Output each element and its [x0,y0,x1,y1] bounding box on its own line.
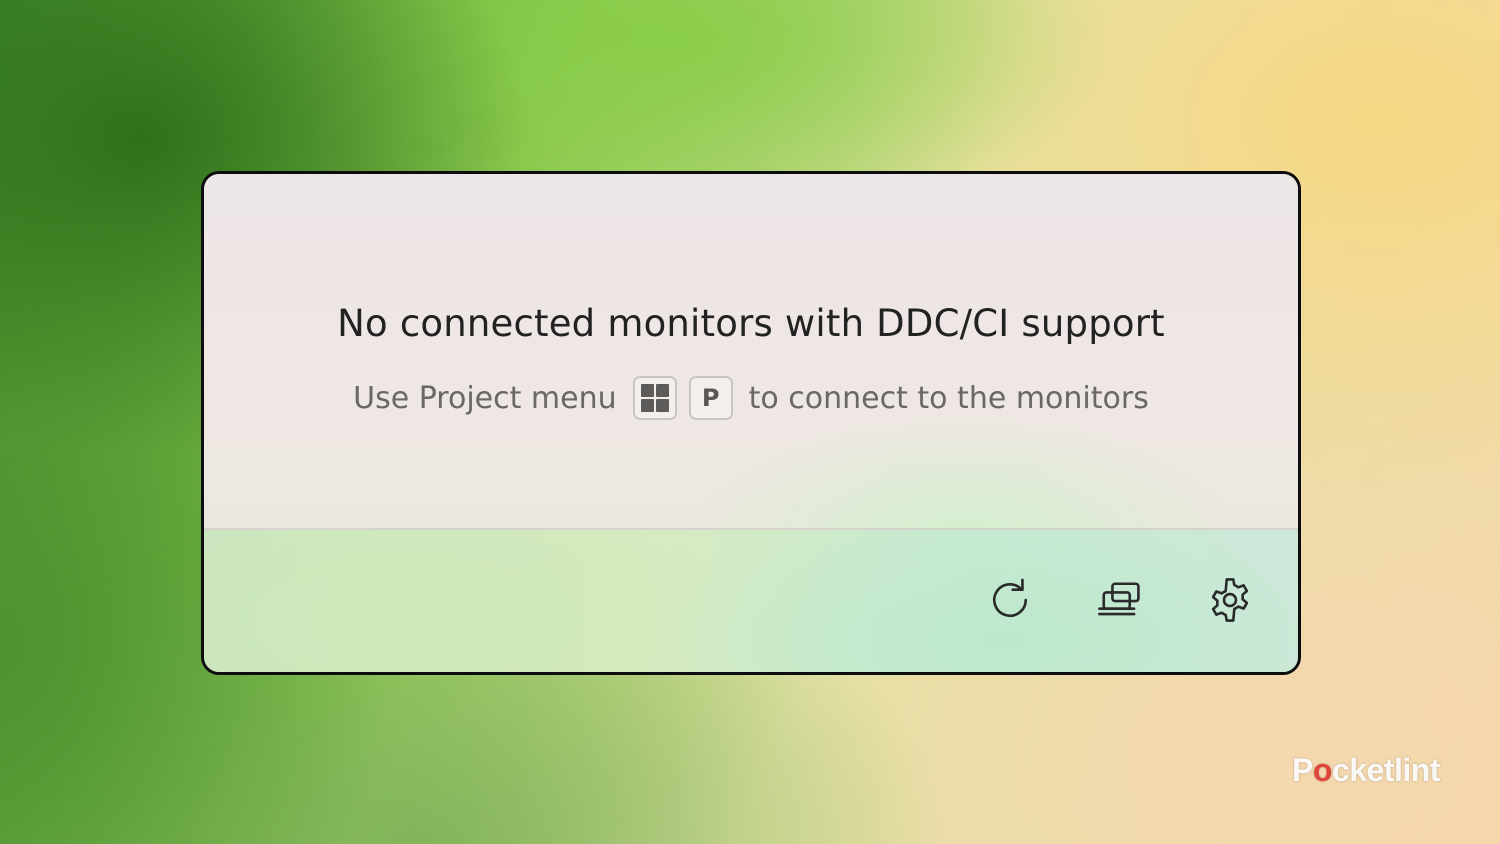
hint-text-after: to connect to the monitors [748,380,1149,416]
logo-power-o: o [1312,752,1333,788]
settings-button[interactable] [1202,572,1258,628]
footer-toolbar-area [204,530,1298,672]
p-key: P [688,376,733,420]
refresh-icon [993,578,1028,617]
pocketlint-logo: Pocketlint [1292,752,1440,789]
monitor-flyout-panel: No connected monitors with DDC/CI suppor… [201,171,1301,675]
footer-toolbar [982,572,1258,628]
hint-text-before: Use Project menu [353,380,617,416]
gear-icon [1211,578,1249,622]
refresh-button[interactable] [982,572,1038,628]
project-menu-hint: Use Project menu P to connect to the mon… [204,376,1298,420]
logo-prefix: P [1292,752,1313,788]
no-monitors-title: No connected monitors with DDC/CI suppor… [337,302,1165,345]
windows-key [632,376,677,420]
windows-logo-icon [640,384,669,412]
logo-suffix: cketlint [1331,752,1441,788]
project-displays-button[interactable] [1092,572,1148,628]
message-area: No connected monitors with DDC/CI suppor… [204,174,1298,528]
project-displays-icon [1098,582,1140,616]
